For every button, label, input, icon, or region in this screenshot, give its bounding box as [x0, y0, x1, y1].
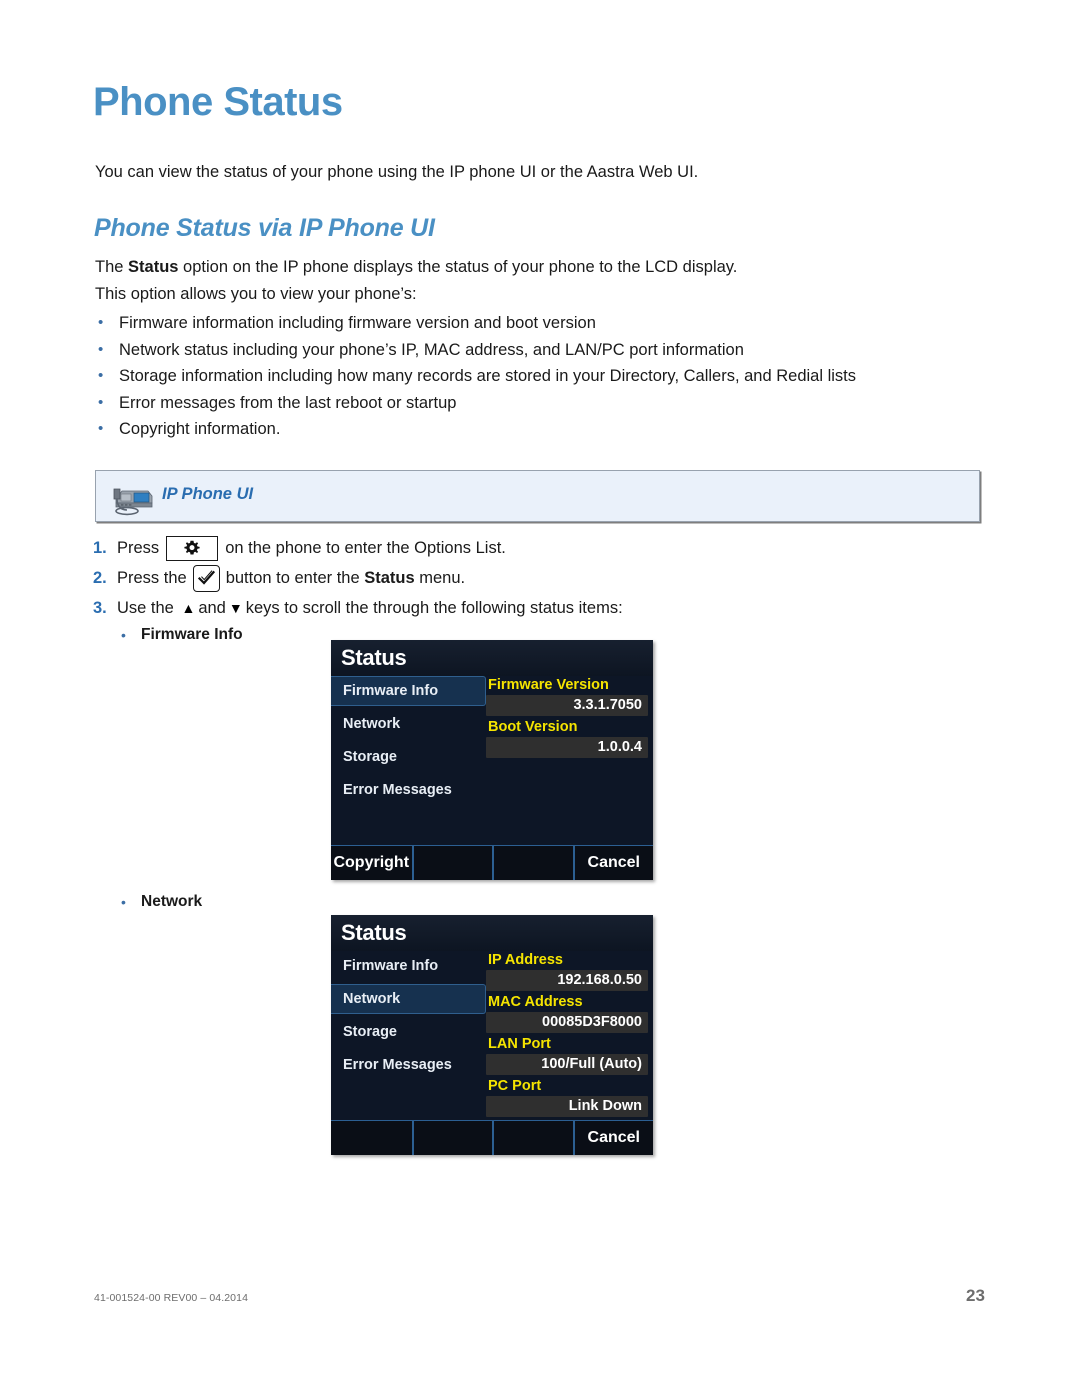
lcd-screenshot-network: Status Firmware Info Network Storage Err… — [331, 915, 653, 1155]
step-number: 1. — [93, 538, 107, 557]
lcd-softkey-bar: Copyright Cancel — [331, 845, 653, 880]
softkey-empty-3[interactable] — [492, 1121, 573, 1155]
field-value-boot-version: 1.0.0.4 — [486, 737, 648, 758]
procedure-steps: 1. Press on the phone to enter the Optio… — [93, 533, 953, 647]
intro-paragraph: You can view the status of your phone us… — [95, 163, 699, 181]
ip-phone-ui-callout: IP Phone UI — [95, 470, 980, 522]
step-text-after: keys to scroll the through the following… — [245, 598, 623, 617]
footer-page-number: 23 — [966, 1286, 985, 1305]
softkey-cancel[interactable]: Cancel — [572, 1121, 654, 1155]
document-page: Phone Status You can view the status of … — [0, 0, 1080, 1397]
softkey-empty-2[interactable] — [411, 846, 493, 880]
field-label-lan-port: LAN Port — [488, 1036, 551, 1052]
section-heading: Phone Status via IP Phone UI — [94, 214, 435, 242]
field-label-boot-version: Boot Version — [488, 719, 578, 735]
list-item: • Copyright information. — [95, 416, 995, 443]
softkey-cancel[interactable]: Cancel — [572, 846, 654, 880]
checkmark-icon — [192, 564, 220, 592]
lcd-title-bar: Status — [331, 915, 653, 951]
softkey-empty-1[interactable] — [331, 1121, 412, 1155]
lcd-menu-item-error-messages[interactable]: Error Messages — [331, 1050, 486, 1080]
lcd-menu-item-firmware-info[interactable]: Firmware Info — [331, 951, 486, 981]
bullet-marker-icon: • — [121, 894, 126, 910]
ip-phone-icon — [113, 488, 153, 516]
status-item-label: Firmware Info — [141, 626, 243, 643]
lcd-menu-item-firmware-info[interactable]: Firmware Info — [331, 676, 486, 706]
field-value-lan-port: 100/Full (Auto) — [486, 1054, 648, 1075]
field-label-pc-port: PC Port — [488, 1078, 542, 1094]
field-value-ip-address: 192.168.0.50 — [486, 970, 648, 991]
page-title: Phone Status — [93, 80, 343, 124]
bullet-marker-icon: • — [121, 627, 126, 643]
step-after-bold: Status — [364, 568, 415, 587]
lcd-menu-item-error-messages[interactable]: Error Messages — [331, 775, 486, 805]
lcd-screenshot-firmware-info: Status Firmware Info Network Storage Err… — [331, 640, 653, 880]
step-text-after: on the phone to enter the Options List. — [225, 538, 506, 557]
step-text-after: button to enter the Status menu. — [226, 569, 465, 588]
field-label-ip-address: IP Address — [488, 952, 563, 968]
bullet-marker-icon: • — [98, 420, 104, 437]
lcd-menu-list: Firmware Info Network Storage Error Mess… — [331, 676, 486, 846]
lcd-title: Status — [341, 920, 407, 945]
list-item-label: Storage information including how many r… — [119, 367, 857, 385]
status-option-paragraph: The Status option on the IP phone displa… — [95, 256, 737, 278]
lcd-menu-item-storage[interactable]: Storage — [331, 742, 486, 772]
gear-icon — [166, 535, 219, 561]
lcd-body: Firmware Info Network Storage Error Mess… — [331, 676, 653, 846]
bullet-marker-icon: • — [98, 367, 104, 384]
lcd-title-bar: Status — [331, 640, 653, 676]
step-1: 1. Press on the phone to enter the Optio… — [93, 533, 953, 563]
feature-bullet-list: • Firmware information including firmware… — [95, 310, 995, 443]
step-text-before: Press the — [117, 568, 187, 587]
field-value-firmware-version: 3.3.1.7050 — [486, 695, 648, 716]
softkey-empty-3[interactable] — [492, 846, 573, 880]
lcd-menu-item-network[interactable]: Network — [331, 709, 486, 739]
list-item: • Storage information including how many … — [95, 363, 995, 390]
step-text-before: Use the — [117, 598, 174, 617]
softkey-empty-2[interactable] — [411, 1121, 493, 1155]
field-label-mac-address: MAC Address — [488, 994, 583, 1010]
arrow-down-icon: ▼ — [228, 600, 243, 616]
step-number: 3. — [93, 598, 107, 617]
lcd-menu-list: Firmware Info Network Storage Error Mess… — [331, 951, 486, 1121]
step-2: 2. Press the button to enter the Status … — [93, 563, 953, 593]
step-text-mid: and — [198, 598, 226, 617]
status-item-network: • Network — [93, 890, 493, 914]
lcd-body: Firmware Info Network Storage Error Mess… — [331, 951, 653, 1121]
field-label-firmware-version: Firmware Version — [488, 677, 609, 693]
list-item-label: Network status including your phone’s IP… — [119, 340, 744, 359]
step-3: 3. Use the ▲ and ▼ keys to scroll the throu… — [93, 593, 953, 623]
lcd-detail-panel: Firmware Version 3.3.1.7050 Boot Version… — [486, 676, 648, 846]
status-item-label: Network — [141, 893, 203, 910]
callout-label: IP Phone UI — [162, 485, 254, 503]
para-bold-status: Status — [128, 258, 179, 276]
bullet-marker-icon: • — [98, 314, 104, 331]
arrow-up-icon: ▲ — [181, 600, 196, 616]
lcd-softkey-bar: Cancel — [331, 1120, 653, 1155]
list-item: • Firmware information including firmware… — [95, 310, 995, 337]
step-text-before: Press — [117, 538, 160, 557]
list-item: • Network status including your phone’s I… — [95, 337, 995, 364]
list-item-label: Firmware information including firmware … — [119, 314, 596, 332]
bullet-marker-icon: • — [98, 393, 104, 411]
list-item-label: Copyright information. — [119, 420, 281, 438]
lcd-menu-item-storage[interactable]: Storage — [331, 1017, 486, 1047]
softkey-copyright[interactable]: Copyright — [331, 846, 412, 880]
allows-paragraph: This option allows you to view your phon… — [95, 285, 417, 303]
step-after-suffix: menu. — [414, 568, 466, 587]
field-value-pc-port: Link Down — [486, 1096, 648, 1117]
para-prefix: The — [95, 258, 129, 276]
lcd-detail-panel: IP Address 192.168.0.50 MAC Address 0008… — [486, 951, 648, 1121]
step-number: 2. — [93, 568, 107, 587]
list-item-label: Error messages from the last reboot or s… — [119, 393, 457, 412]
list-item: • Error messages from the last reboot or … — [95, 390, 995, 417]
lcd-title: Status — [341, 645, 407, 670]
field-value-mac-address: 00085D3F8000 — [486, 1012, 648, 1033]
footer-document-id: 41-001524-00 REV00 – 04.2014 — [94, 1292, 249, 1304]
lcd-menu-item-network[interactable]: Network — [331, 984, 486, 1014]
bullet-marker-icon: • — [98, 340, 104, 358]
step-after-prefix: button to enter the — [225, 568, 365, 587]
para-suffix: option on the IP phone displays the stat… — [178, 258, 738, 276]
